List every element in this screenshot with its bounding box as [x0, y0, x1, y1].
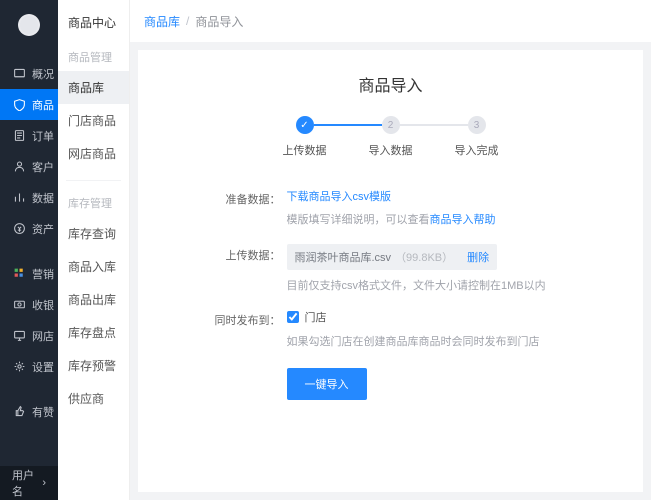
steps: ✓ 上传数据 2 导入数据 3 导入完成	[168, 116, 613, 158]
file-chip: 雨润茶叶商品库.csv （99.8KB） 删除	[287, 244, 498, 270]
nav-label: 商品	[32, 97, 54, 113]
tag-icon	[12, 98, 26, 111]
sec-item-stock-alert[interactable]: 库存预警	[58, 349, 129, 382]
step-label: 导入数据	[348, 142, 434, 158]
help-link[interactable]: 商品导入帮助	[430, 214, 496, 226]
check-icon: ✓	[296, 116, 314, 134]
nav-label: 收银	[32, 297, 54, 313]
breadcrumb: 商品库 / 商品导入	[130, 0, 651, 42]
chart-icon	[12, 191, 26, 204]
group-label-goods: 商品管理	[58, 43, 129, 71]
step-label: 上传数据	[262, 142, 348, 158]
chevron-right-icon: ›	[42, 477, 46, 489]
sec-item-online-goods[interactable]: 网店商品	[58, 137, 129, 170]
nav-label: 营销	[32, 266, 54, 282]
upload-hint: 目前仅支持csv格式文件，文件大小请控制在1MB以内	[287, 278, 581, 296]
publish-hint: 如果勾选门店在创建商品库商品时会同时发布到门店	[287, 334, 581, 352]
secondary-title: 商品中心	[58, 4, 129, 43]
breadcrumb-current: 商品导入	[195, 13, 243, 30]
footer-username: 用户名	[12, 467, 42, 499]
sec-item-stock-out[interactable]: 商品出库	[58, 283, 129, 316]
nav-overview[interactable]: 概况	[0, 58, 58, 89]
nav-label: 订单	[32, 128, 54, 144]
publish-store-checkbox[interactable]: 门店	[287, 309, 327, 325]
download-template-link[interactable]: 下载商品导入csv模版	[287, 191, 392, 203]
hint-text: 模版填写详细说明，可以查看	[287, 214, 430, 226]
sec-item-store-goods[interactable]: 门店商品	[58, 104, 129, 137]
nav-label: 有赞	[32, 404, 54, 420]
panel: 商品导入 ✓ 上传数据 2 导入数据 3 导入完成	[138, 50, 643, 492]
nav-label: 网店	[32, 328, 54, 344]
nav-label: 概况	[32, 66, 54, 82]
import-form: 准备数据： 下载商品导入csv模版 模版填写详细说明，可以查看商品导入帮助 上传…	[201, 188, 581, 400]
nav-customers[interactable]: 客户	[0, 151, 58, 182]
apps-icon	[12, 267, 26, 280]
step-3: 3 导入完成	[434, 116, 520, 158]
step-number: 3	[468, 116, 486, 134]
nav-label: 资产	[32, 221, 54, 237]
thumb-icon	[12, 405, 26, 418]
file-delete-button[interactable]: 删除	[467, 249, 489, 265]
file-name: 雨润茶叶商品库.csv	[295, 249, 392, 265]
gear-icon	[12, 360, 26, 373]
step-number: 2	[382, 116, 400, 134]
list-icon	[12, 129, 26, 142]
step-2: 2 导入数据	[348, 116, 434, 158]
nav-settings[interactable]: 设置	[0, 351, 58, 382]
secondary-sidebar: 商品中心 商品管理 商品库 门店商品 网店商品 库存管理 库存查询 商品入库 商…	[58, 0, 130, 500]
nav-marketing[interactable]: 营销	[0, 258, 58, 289]
cash-icon	[12, 298, 26, 311]
primary-nav: 概况 商品 订单 客户 数据 资产	[0, 58, 58, 466]
primary-sidebar: 概况 商品 订单 客户 数据 资产	[0, 0, 58, 500]
breadcrumb-parent[interactable]: 商品库	[144, 13, 180, 30]
user-icon	[12, 160, 26, 173]
money-icon	[12, 222, 26, 235]
sec-item-supplier[interactable]: 供应商	[58, 382, 129, 415]
breadcrumb-sep: /	[186, 14, 189, 28]
sec-item-stock-in[interactable]: 商品入库	[58, 250, 129, 283]
checkbox-label: 门店	[305, 309, 327, 325]
label-upload: 上传数据：	[201, 244, 281, 296]
label-publish: 同时发布到：	[201, 309, 281, 352]
nav-label: 客户	[32, 159, 54, 175]
dashboard-icon	[12, 67, 26, 80]
step-label: 导入完成	[434, 142, 520, 158]
divider	[66, 180, 121, 181]
panel-title: 商品导入	[168, 72, 613, 96]
file-size: （99.8KB）	[395, 249, 453, 265]
nav-label: 数据	[32, 190, 54, 206]
nav-data[interactable]: 数据	[0, 182, 58, 213]
sec-item-goods-lib[interactable]: 商品库	[58, 71, 129, 104]
nav-shop[interactable]: 网店	[0, 320, 58, 351]
footer-user[interactable]: 用户名 ›	[0, 466, 58, 500]
sec-item-stock-check[interactable]: 库存盘点	[58, 316, 129, 349]
step-1: ✓ 上传数据	[262, 116, 348, 158]
nav-cashier[interactable]: 收银	[0, 289, 58, 320]
nav-goods[interactable]: 商品	[0, 89, 58, 120]
main-content: 商品库 / 商品导入 商品导入 ✓ 上传数据 2 导入数据 3	[130, 0, 651, 500]
sec-item-stock-query[interactable]: 库存查询	[58, 217, 129, 250]
nav-assets[interactable]: 资产	[0, 213, 58, 244]
nav-label: 设置	[32, 359, 54, 375]
nav-youzan[interactable]: 有赞	[0, 396, 58, 427]
label-prepare: 准备数据：	[201, 188, 281, 230]
import-button[interactable]: 一键导入	[287, 368, 367, 400]
nav-orders[interactable]: 订单	[0, 120, 58, 151]
group-label-stock: 库存管理	[58, 189, 129, 217]
checkbox-input[interactable]	[287, 311, 299, 323]
avatar[interactable]	[18, 14, 40, 36]
monitor-icon	[12, 329, 26, 342]
